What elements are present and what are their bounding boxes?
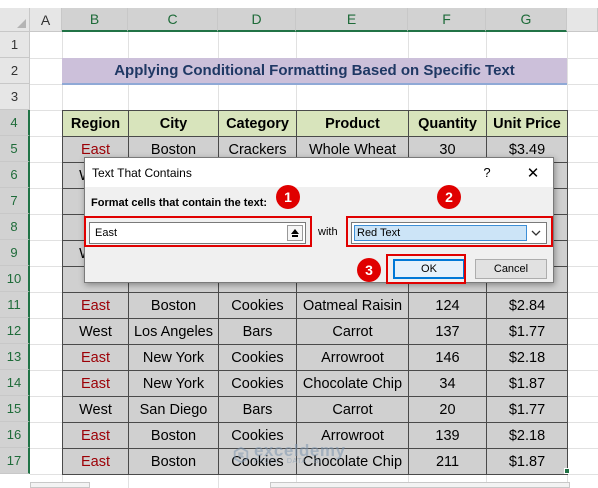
table-cell[interactable]: Boston (128, 422, 219, 449)
table-cell[interactable]: Bars (218, 396, 297, 423)
row-header-2[interactable]: 2 (0, 58, 30, 84)
row-header-8[interactable]: 8 (0, 214, 30, 240)
row-header-9[interactable]: 9 (0, 240, 30, 266)
table-cell[interactable]: 137 (408, 318, 487, 345)
horizontal-scrollbar[interactable] (270, 482, 570, 488)
row-header-4[interactable]: 4 (0, 110, 30, 136)
select-all-corner[interactable] (0, 8, 30, 32)
row-header-7[interactable]: 7 (0, 188, 30, 214)
fill-handle[interactable] (564, 468, 570, 474)
table-cell[interactable]: East (62, 448, 129, 475)
column-header-b[interactable]: B (62, 8, 128, 32)
table-row: East New York Cookies Chocolate Chip 34 $1.87 (62, 370, 568, 397)
table-header-cell[interactable]: Category (218, 110, 297, 137)
table-cell[interactable]: 34 (408, 370, 487, 397)
table-cell[interactable]: $1.77 (486, 318, 568, 345)
table-header-cell[interactable]: Unit Price (486, 110, 568, 137)
column-header-f[interactable]: F (408, 8, 486, 32)
exceldemy-logo-icon (233, 446, 249, 463)
table-row: West San Diego Bars Carrot 20 $1.77 (62, 396, 568, 423)
table-header-cell[interactable]: Region (62, 110, 129, 137)
table-cell[interactable]: $2.18 (486, 422, 568, 449)
instruction-label: Format cells that contain the text: (91, 197, 268, 209)
table-cell[interactable]: 20 (408, 396, 487, 423)
row-header-6[interactable]: 6 (0, 162, 30, 188)
dialog-title: Text That Contains (92, 165, 192, 180)
table-cell[interactable]: West (62, 318, 129, 345)
table-cell[interactable]: Chocolate Chip (296, 370, 409, 397)
highlight-box-input (84, 216, 312, 247)
table-cell[interactable]: Cookies (218, 292, 297, 319)
column-header-c[interactable]: C (128, 8, 218, 32)
table-header-cell[interactable]: Product (296, 110, 409, 137)
row-header-5[interactable]: 5 (0, 136, 30, 162)
watermark-name: exceldemy (254, 441, 346, 460)
table-cell[interactable]: $2.18 (486, 344, 568, 371)
highlight-box-format (346, 216, 553, 247)
table-cell[interactable]: Arrowroot (296, 344, 409, 371)
table-cell[interactable]: Oatmeal Raisin (296, 292, 409, 319)
table-cell[interactable]: 139 (408, 422, 487, 449)
table-cell[interactable]: West (62, 396, 129, 423)
step-badge-2: 2 (437, 185, 461, 209)
row-header-10[interactable]: 10 (0, 266, 30, 292)
table-cell[interactable]: San Diego (128, 396, 219, 423)
table-cell[interactable]: Los Angeles (128, 318, 219, 345)
table-header-cell[interactable]: Quantity (408, 110, 487, 137)
column-header-spacer (567, 8, 598, 32)
table-cell[interactable]: Bars (218, 318, 297, 345)
table-row: West Los Angeles Bars Carrot 137 $1.77 (62, 318, 568, 345)
column-header-a[interactable]: A (30, 8, 62, 32)
row-header-11[interactable]: 11 (0, 292, 30, 318)
table-cell[interactable]: Cookies (218, 370, 297, 397)
step-badge-1: 1 (276, 185, 300, 209)
column-header-e[interactable]: E (296, 8, 408, 32)
sheet-tab-stub[interactable] (30, 482, 90, 488)
table-cell[interactable]: $1.87 (486, 448, 568, 475)
table-cell[interactable]: New York (128, 344, 219, 371)
watermark: exceldemy EXCEL · DATA · BI (232, 441, 346, 465)
table-cell[interactable]: Boston (128, 292, 219, 319)
row-header-3[interactable]: 3 (0, 84, 30, 110)
table-row: East Boston Cookies Oatmeal Raisin 124 $2.84 (62, 292, 568, 319)
table-cell[interactable]: 124 (408, 292, 487, 319)
cancel-button[interactable]: Cancel (475, 259, 547, 279)
table-cell[interactable]: New York (128, 370, 219, 397)
table-cell[interactable]: 211 (408, 448, 487, 475)
table-cell[interactable]: $1.77 (486, 396, 568, 423)
table-cell[interactable]: $1.87 (486, 370, 568, 397)
table-cell[interactable]: Carrot (296, 318, 409, 345)
table-cell[interactable]: East (62, 422, 129, 449)
row-header-14[interactable]: 14 (0, 370, 30, 396)
row-header-12[interactable]: 12 (0, 318, 30, 344)
highlight-box-ok (386, 254, 466, 284)
table-cell[interactable]: East (62, 344, 129, 371)
help-button[interactable]: ? (477, 158, 497, 187)
step-badge-3: 3 (357, 258, 381, 282)
row-header-1[interactable]: 1 (0, 32, 30, 58)
row-header-17[interactable]: 17 (0, 448, 30, 474)
column-header-d[interactable]: D (218, 8, 296, 32)
table-cell[interactable]: 146 (408, 344, 487, 371)
row-header-13[interactable]: 13 (0, 344, 30, 370)
table-cell[interactable]: Boston (128, 448, 219, 475)
close-button[interactable]: ✕ (516, 158, 550, 187)
table-cell[interactable]: East (62, 292, 129, 319)
table-header-cell[interactable]: City (128, 110, 219, 137)
with-label: with (318, 226, 338, 238)
table-cell[interactable]: East (62, 370, 129, 397)
row-header-15[interactable]: 15 (0, 396, 30, 422)
table-cell[interactable]: $2.84 (486, 292, 568, 319)
row-header-16[interactable]: 16 (0, 422, 30, 448)
sheet-title: Applying Conditional Formatting Based on… (62, 58, 567, 85)
table-cell[interactable]: Carrot (296, 396, 409, 423)
table-row: East New York Cookies Arrowroot 146 $2.18 (62, 344, 568, 371)
table-cell[interactable]: Cookies (218, 344, 297, 371)
column-header-g[interactable]: G (486, 8, 567, 32)
